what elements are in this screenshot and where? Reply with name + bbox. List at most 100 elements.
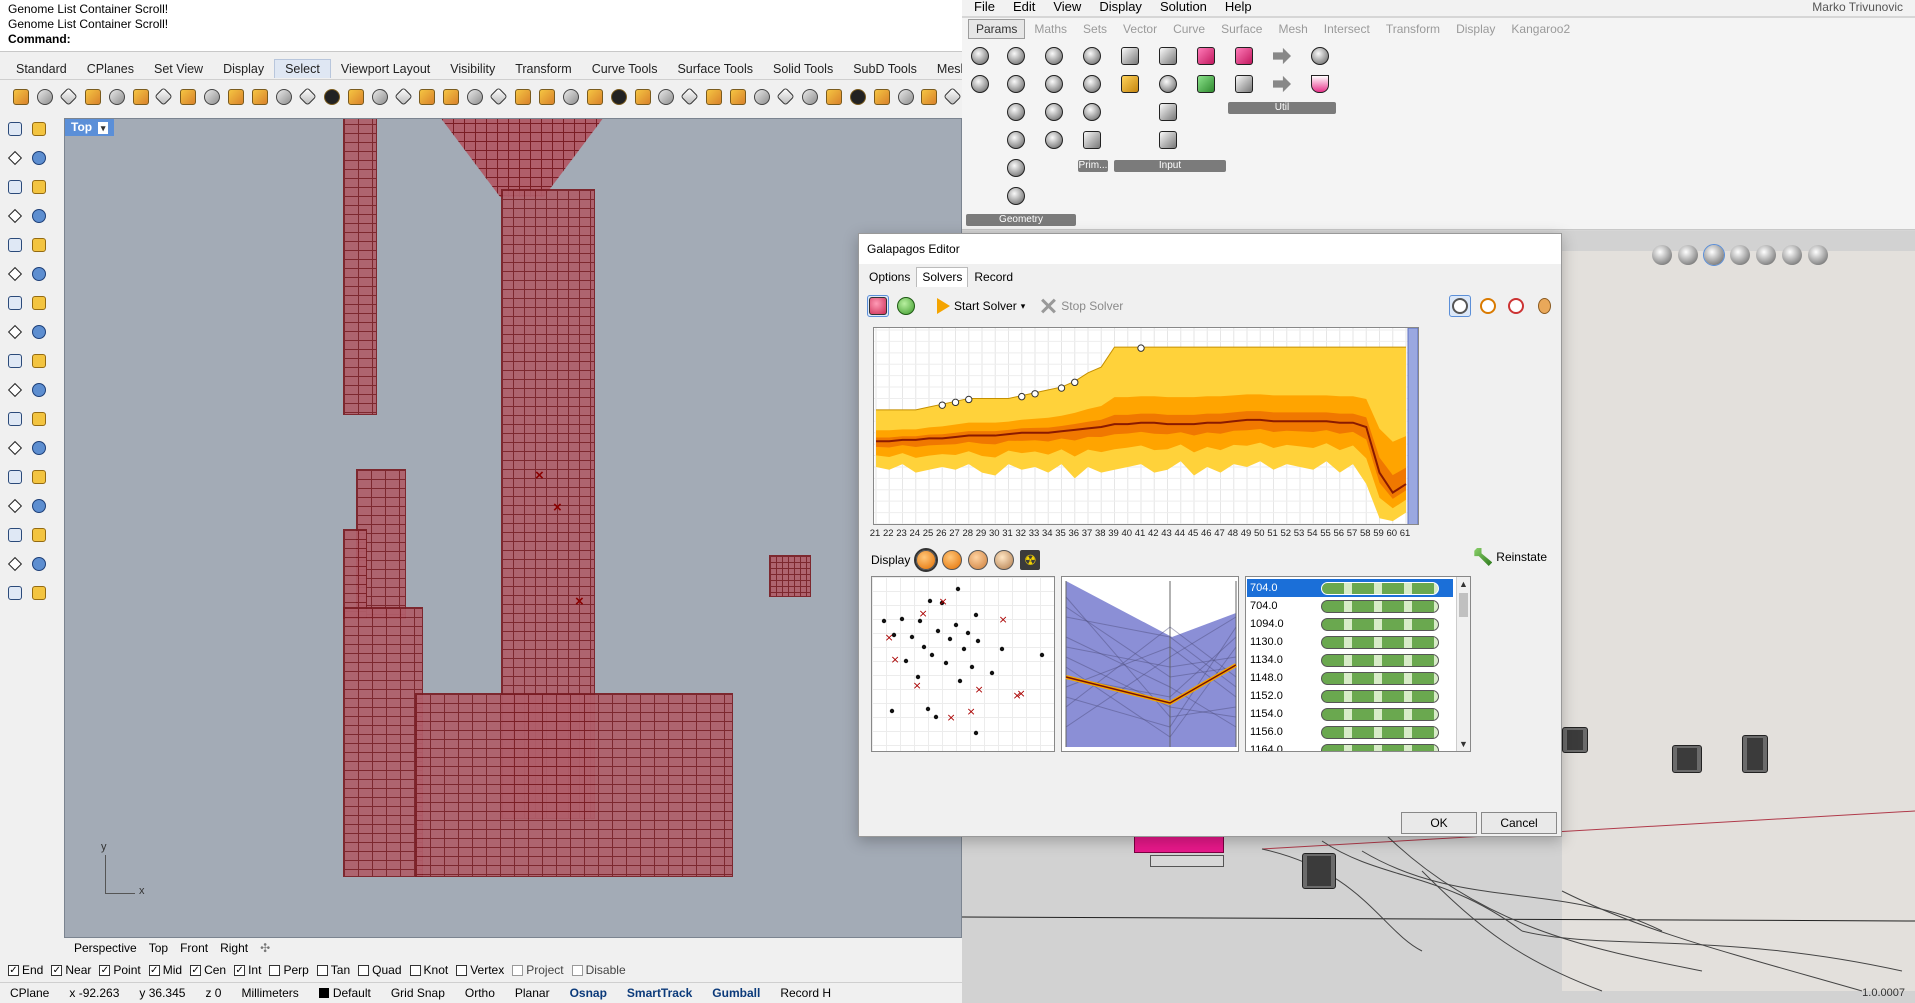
util-cherry-picker-icon[interactable] [1232,44,1256,68]
genome-row[interactable]: 704.0 [1247,579,1453,597]
select-hatches-icon[interactable] [512,86,532,106]
speed-fast-toggle[interactable] [1477,295,1499,317]
rhino-tab-viewport-layout[interactable]: Viewport Layout [331,60,440,78]
fillet-icon[interactable] [28,321,50,343]
param-number-icon[interactable] [1080,100,1104,124]
cancel-button[interactable]: Cancel [1481,812,1557,834]
select-points-cloud-icon[interactable] [775,86,795,106]
explode-icon[interactable] [28,437,50,459]
select-nonmanifold-icon[interactable] [655,86,675,106]
light-icon[interactable] [4,582,26,604]
genome-row[interactable]: 1156.0 [1247,723,1453,741]
speed-normal-toggle[interactable] [1449,295,1471,317]
select-none-icon[interactable] [34,86,54,106]
render-icon[interactable] [28,553,50,575]
gh-menu-solution[interactable]: Solution [1160,0,1207,16]
genome-row[interactable]: 1130.0 [1247,633,1453,651]
rhino-tab-visibility[interactable]: Visibility [440,60,505,78]
select-meshes-icon[interactable] [345,86,365,106]
viewport-tab-perspective[interactable]: Perspective [74,941,137,955]
osnap-cen[interactable]: ✓ Cen [190,963,226,977]
input-control-knob-icon[interactable] [1156,72,1180,96]
osnap-project[interactable]: Project [512,963,564,977]
rhino-tab-curve-tools[interactable]: Curve Tools [582,60,668,78]
number-slider-node[interactable] [1150,855,1224,867]
gh-tab-kangaroo2[interactable]: Kangaroo2 [1504,20,1577,38]
ribbon-group-input[interactable]: Input [1114,160,1226,172]
component-node[interactable] [1742,735,1768,773]
select-dupes-icon[interactable] [369,86,389,106]
param-mesh-icon[interactable] [1042,128,1066,152]
genome-row[interactable]: 1154.0 [1247,705,1453,723]
analyze-icon[interactable] [28,524,50,546]
input-gradient-icon[interactable] [1194,44,1218,68]
select-text-icon[interactable] [249,86,269,106]
param-surface-icon[interactable] [1004,184,1028,208]
osnap-point[interactable]: ✓ Point [99,963,141,977]
rhino-tab-cplanes[interactable]: CPlanes [77,60,144,78]
gh-tab-surface[interactable]: Surface [1214,20,1269,38]
circle-icon[interactable] [4,176,26,198]
select-points-icon[interactable] [106,86,126,106]
gh-tab-display[interactable]: Display [1449,20,1502,38]
invert-selection-icon[interactable] [58,86,78,106]
viewport-title[interactable]: Top ▾ [65,119,115,136]
select-visible-icon[interactable] [847,86,867,106]
param-brep-icon[interactable] [1042,72,1066,96]
osnap-vertex[interactable]: Vertex [456,963,504,977]
stop-solver-button[interactable]: Stop Solver [1035,295,1127,317]
point-marker[interactable]: × [575,593,584,610]
display-mode-4-icon[interactable] [994,550,1015,570]
select-control-points-icon[interactable] [751,86,771,106]
status-grid-snap[interactable]: Grid Snap [381,986,455,1000]
arc-icon[interactable] [28,176,50,198]
select-polysurfaces-icon[interactable] [201,86,221,106]
wall-base-block[interactable] [415,693,733,877]
scroll-up-icon[interactable]: ▲ [1459,579,1468,589]
component-node[interactable] [1562,727,1588,753]
select-surfaces-icon[interactable] [177,86,197,106]
select-polylines-icon[interactable] [153,86,173,106]
osnap-checkbox[interactable] [512,964,524,976]
osnap-checkbox[interactable]: ✓ [8,964,19,976]
chevron-down-icon[interactable]: ▾ [1021,301,1026,312]
select-dims-icon[interactable] [560,86,580,106]
wall-left-base[interactable] [343,607,423,877]
fitness-display-toggle[interactable] [867,295,889,317]
move-icon[interactable] [28,350,50,372]
status-cplane[interactable]: CPlane [0,986,59,1000]
parallel-coordinates-panel[interactable] [1061,576,1239,752]
select-extrusions-icon[interactable] [632,86,652,106]
status-ortho[interactable]: Ortho [455,986,505,1000]
select-leaders-icon[interactable] [584,86,604,106]
param-integer-icon[interactable] [1080,72,1104,96]
select-short-icon[interactable] [727,86,747,106]
osnap-quad[interactable]: Quad [358,963,402,977]
select-lights-icon[interactable] [321,86,341,106]
polyline-icon[interactable] [4,147,26,169]
egg-toggle[interactable] [1533,295,1555,317]
param-text-icon[interactable] [1080,128,1104,152]
point-marker[interactable]: × [553,499,562,516]
extrude-icon[interactable] [4,263,26,285]
select-subd-icon[interactable] [464,86,484,106]
osnap-knot[interactable]: Knot [409,963,448,977]
display-mode-2-icon[interactable] [942,550,963,570]
galapagos-tab-options[interactable]: Options [863,267,916,287]
select-closed-icon[interactable] [393,86,413,106]
select-history-icon[interactable] [918,86,938,106]
radiation-icon[interactable]: ☢ [1020,550,1041,570]
input-graph-mapper-icon[interactable] [1118,72,1142,96]
input-button-icon[interactable] [1118,44,1142,68]
select-layer-icon[interactable] [297,86,317,106]
polygon-icon[interactable] [4,234,26,256]
rhino-tab-set-view[interactable]: Set View [144,60,213,78]
reset-seed-button[interactable] [895,295,917,317]
surface-icon[interactable] [28,263,50,285]
util-galapagos-icon[interactable] [1232,72,1256,96]
dimension-icon[interactable] [28,466,50,488]
sphere-icon[interactable] [28,292,50,314]
util-data-dam-icon[interactable] [1270,72,1294,96]
genome-row[interactable]: 704.0 [1247,597,1453,615]
osnap-checkbox[interactable] [316,964,328,976]
